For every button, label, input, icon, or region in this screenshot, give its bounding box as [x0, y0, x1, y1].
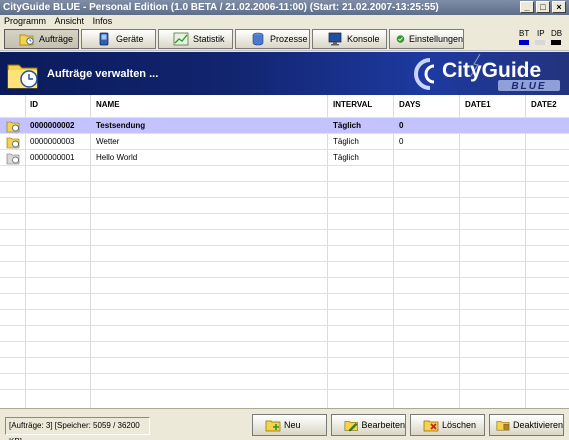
minimize-button[interactable]: _	[520, 1, 534, 13]
check-icon	[396, 35, 405, 43]
table-row[interactable]: 0000000002 Testsendung Täglich 0	[0, 117, 569, 133]
indicator-db-label: DB	[551, 29, 563, 38]
column-header-days[interactable]: DAYS	[399, 95, 421, 115]
empty-table-row	[0, 165, 569, 181]
deactivate-button[interactable]: Deaktivieren	[489, 414, 564, 436]
indicator-bt-label: BT	[519, 29, 530, 38]
tab-label: Geräte	[116, 34, 144, 44]
table-row[interactable]: 0000000003 Wetter Täglich 0	[0, 133, 569, 149]
status-bar: [Aufträge: 3] [Speicher: 5059 / 36200 KB…	[0, 408, 569, 440]
empty-table-row	[0, 181, 569, 197]
close-button[interactable]: ×	[552, 1, 566, 13]
tab-einstellungen[interactable]: Einstellungen	[389, 29, 464, 49]
cell-interval: Täglich	[333, 137, 359, 146]
empty-table-row	[0, 277, 569, 293]
folder-clock-icon	[7, 64, 38, 89]
folder-clock-inactive-icon	[6, 153, 20, 165]
column-header-date1[interactable]: DATE1	[465, 95, 491, 115]
folder-clock-icon	[19, 34, 34, 46]
section-banner: Aufträge verwalten ... CityGuide BLUE	[0, 52, 569, 95]
tab-auftraege[interactable]: Aufträge	[4, 29, 79, 49]
empty-table-row	[0, 293, 569, 309]
logo-main-text: CityGuide	[442, 59, 541, 82]
empty-table-row	[0, 389, 569, 405]
edit-icon	[344, 421, 358, 432]
empty-table-row	[0, 245, 569, 261]
button-label: Neu	[284, 420, 301, 430]
tab-label: Aufträge	[39, 34, 74, 44]
delete-button[interactable]: Löschen	[410, 414, 485, 436]
indicator-ip-light	[535, 40, 545, 45]
tab-label: Statistik	[193, 34, 225, 44]
button-label: Löschen	[442, 420, 477, 430]
orders-table: ID NAME INTERVAL DAYS DATE1 DATE2 000000…	[0, 95, 569, 408]
main-toolbar: Aufträge Geräte Statistik Prozesse Konso…	[0, 27, 569, 51]
deactivate-icon	[496, 421, 510, 431]
empty-table-row	[0, 229, 569, 245]
cell-interval: Täglich	[333, 121, 362, 130]
indicator-db-light	[551, 40, 561, 45]
cell-days: 0	[399, 121, 404, 130]
empty-table-row	[0, 197, 569, 213]
tab-label: Einstellungen	[408, 34, 463, 44]
tab-geraete[interactable]: Geräte	[81, 29, 156, 49]
menu-ansicht[interactable]: Ansicht	[55, 16, 85, 26]
empty-table-row	[0, 325, 569, 341]
page-title: Aufträge verwalten ...	[47, 68, 159, 80]
column-header-date2[interactable]: DATE2	[531, 95, 557, 115]
device-icon	[99, 32, 109, 46]
maximize-button[interactable]: □	[536, 1, 550, 13]
column-header-id[interactable]: ID	[30, 95, 38, 115]
status-text: [Aufträge: 3] [Speicher: 5059 / 36200 KB…	[5, 417, 150, 440]
folder-clock-icon	[6, 121, 20, 133]
empty-table-row	[0, 213, 569, 229]
tab-konsole[interactable]: Konsole	[312, 29, 387, 49]
cell-name: Hello World	[96, 153, 138, 162]
menu-infos[interactable]: Infos	[93, 16, 113, 26]
new-folder-icon	[265, 420, 281, 432]
button-label: Bearbeiten	[361, 420, 405, 430]
empty-table-row	[0, 309, 569, 325]
tab-statistik[interactable]: Statistik	[158, 29, 233, 49]
tab-label: Prozesse	[270, 34, 308, 44]
button-label: Deaktivieren	[512, 420, 563, 430]
empty-table-row	[0, 261, 569, 277]
delete-icon	[423, 420, 439, 432]
menu-bar: Programm Ansicht Infos	[0, 15, 569, 27]
empty-table-row	[0, 373, 569, 389]
monitor-icon	[328, 32, 342, 46]
cell-interval: Täglich	[333, 153, 359, 162]
empty-table-row	[0, 341, 569, 357]
cell-name: Wetter	[96, 137, 120, 146]
tab-prozesse[interactable]: Prozesse	[235, 29, 310, 49]
edit-button[interactable]: Bearbeiten	[331, 414, 406, 436]
table-row[interactable]: 0000000001 Hello World Täglich	[0, 149, 569, 165]
column-header-interval[interactable]: INTERVAL	[333, 95, 372, 115]
cell-name: Testsendung	[96, 121, 146, 130]
folder-clock-icon	[6, 137, 20, 149]
cell-id: 0000000003	[30, 137, 75, 146]
cityguide-logo: CityGuide BLUE	[414, 54, 560, 92]
logo-sub-text: BLUE	[511, 81, 546, 92]
cell-id: 0000000001	[30, 153, 75, 162]
cell-id: 0000000002	[30, 121, 75, 130]
new-button[interactable]: Neu	[252, 414, 327, 436]
indicator-ip-label: IP	[537, 29, 545, 38]
window-titlebar: CityGuide BLUE - Personal Edition (1.0 B…	[0, 0, 569, 15]
cell-days: 0	[399, 137, 404, 146]
chart-icon	[173, 32, 189, 46]
tab-label: Konsole	[347, 34, 380, 44]
indicator-bt-light	[519, 40, 529, 45]
column-header-name[interactable]: NAME	[96, 95, 120, 115]
window-title: CityGuide BLUE - Personal Edition (1.0 B…	[3, 2, 439, 13]
database-icon	[252, 32, 264, 46]
menu-programm[interactable]: Programm	[4, 16, 46, 26]
empty-table-row	[0, 357, 569, 373]
